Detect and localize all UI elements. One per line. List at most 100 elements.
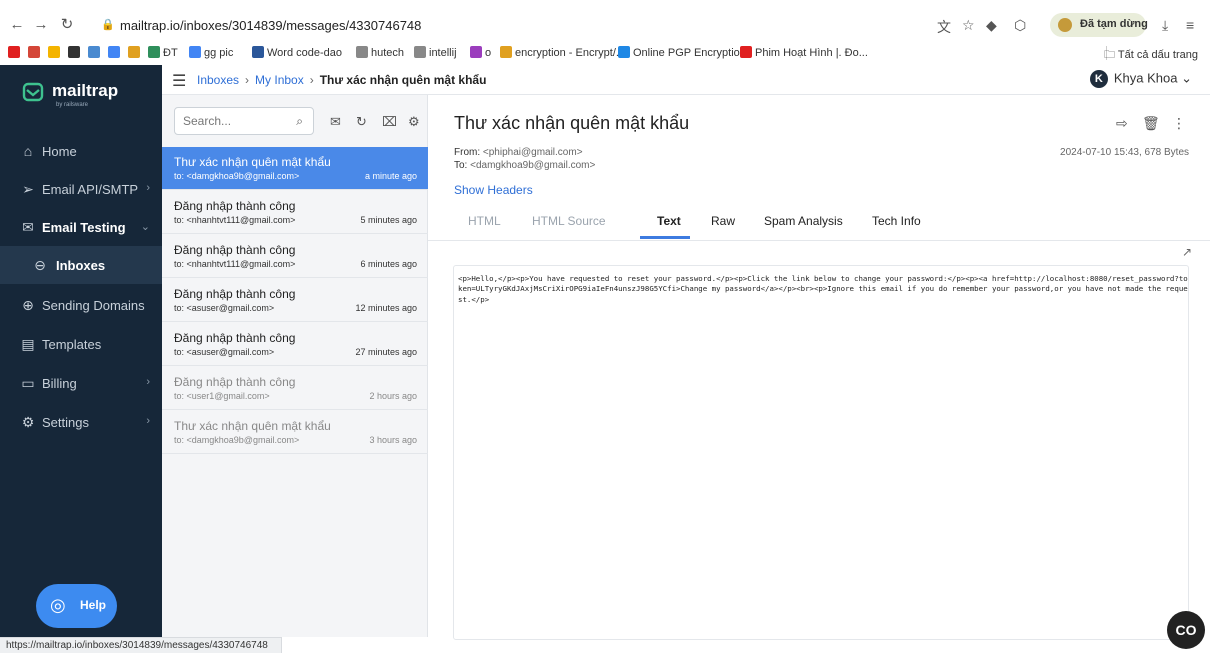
message-recipient: to: <nhanhtvt111@gmail.com>	[174, 215, 296, 225]
all-bookmarks-label: Tất cả dấu trang	[1117, 49, 1198, 61]
bookmark-chat[interactable]	[68, 46, 83, 59]
message-time: 27 minutes ago	[355, 347, 417, 357]
search-input[interactable]	[183, 112, 283, 130]
bookmark-7-icon	[618, 46, 630, 58]
search-icon[interactable]: ⌕	[296, 114, 303, 129]
lock-icon[interactable]: 🔒	[101, 18, 115, 31]
star-icon[interactable]: ☆	[962, 17, 975, 34]
topbar: ☰ Inboxes › My Inbox › Thư xác nhận quên mật…	[162, 65, 1210, 95]
list-item[interactable]: Thư xác nhận quên mật khẩu to: <damgkhoa…	[162, 147, 428, 190]
bookmark-0-icon	[148, 46, 160, 58]
bookmark-5[interactable]: o	[470, 46, 491, 59]
tab-tech-info[interactable]: Tech Info	[872, 214, 921, 228]
download-icon[interactable]: ⤓	[1162, 17, 1168, 34]
bookmark-4[interactable]: intellij	[414, 46, 457, 59]
list-item[interactable]: Đăng nhập thành công to: <asuser@gmail.c…	[162, 279, 428, 322]
translate-icon[interactable]: 文	[937, 17, 951, 37]
shield-icon	[128, 46, 140, 58]
profile-paused-pill[interactable]: Đã tạm dừng	[1050, 13, 1148, 37]
show-headers-link[interactable]: Show Headers	[454, 183, 533, 197]
bookmark-4-label: intellij	[429, 47, 457, 59]
pause-label: Đã tạm dừng	[1080, 18, 1148, 30]
puzzle-icon[interactable]: ⬡	[1014, 17, 1026, 34]
breadcrumb-separator: ›	[309, 73, 314, 87]
bookmark-gmail[interactable]	[28, 46, 43, 59]
bookmark-7[interactable]: Online PGP Encryptio...	[618, 46, 749, 59]
message-meta: 2024-07-10 15:43, 678 Bytes	[1060, 147, 1189, 158]
address-url[interactable]: mailtrap.io/inboxes/3014839/messages/433…	[120, 18, 421, 33]
sidebar-item-label: Settings	[42, 415, 89, 430]
message-list: ⌕ ✉ ↻ ⌧ ⚙ Thư xác nhận quên mật khẩu to:…	[162, 95, 428, 637]
breadcrumb-my-inbox[interactable]: My Inbox	[255, 73, 304, 87]
help-button[interactable]: ◎ Help	[36, 584, 117, 628]
tab-text[interactable]: Text	[657, 214, 681, 228]
send-icon: ➢	[22, 181, 34, 197]
back-icon[interactable]: ←	[6, 14, 28, 36]
clear-inbox-icon[interactable]: ⌧	[382, 114, 397, 130]
to-line: To: <damgkhoa9b@gmail.com>	[454, 160, 595, 171]
bookmark-site[interactable]	[88, 46, 103, 59]
breadcrumb-inboxes[interactable]: Inboxes	[197, 73, 239, 87]
hamburger-menu-icon[interactable]: ☰	[172, 71, 186, 91]
bookmark-1[interactable]: gg pic	[189, 46, 233, 59]
more-vertical-icon[interactable]: ⋮	[1172, 115, 1186, 132]
brand-sub: by railsware	[56, 102, 89, 108]
to-label: To:	[454, 160, 468, 171]
message-subject: Đăng nhập thành công	[174, 331, 296, 345]
list-item[interactable]: Đăng nhập thành công to: <nhanhtvt111@gm…	[162, 235, 428, 278]
message-time: 6 minutes ago	[360, 259, 417, 269]
sidebar-item-label: Templates	[42, 337, 102, 352]
mark-read-icon[interactable]: ✉	[330, 114, 341, 130]
list-item[interactable]: Đăng nhập thành công to: <user1@gmail.co…	[162, 367, 428, 410]
bookmark-3-label: hutech	[371, 47, 405, 59]
tab-spam-analysis[interactable]: Spam Analysis	[764, 214, 843, 228]
forward-icon[interactable]: →	[30, 14, 52, 36]
sidebar-item-email-api[interactable]: ➢ Email API/SMTP ›	[0, 170, 162, 208]
tab-html-source[interactable]: HTML Source	[532, 214, 606, 228]
refresh-icon[interactable]: ↻	[356, 114, 367, 130]
bookmark-5-label: o	[485, 47, 492, 59]
extension-icon[interactable]: ◆	[986, 17, 997, 34]
all-bookmarks[interactable]: 🗀 Tất cả dấu trang	[1104, 46, 1198, 65]
sidebar-item-inboxes[interactable]: ⊖ Inboxes	[0, 246, 162, 284]
sidebar-item-sending-domains[interactable]: ⊕ Sending Domains	[0, 286, 162, 324]
bookmark-google[interactable]	[108, 46, 123, 59]
message-time: a minute ago	[364, 171, 417, 181]
reload-icon[interactable]: ↻	[56, 14, 78, 36]
bookmark-2[interactable]: Word code-dao	[252, 46, 342, 59]
bookmark-apps[interactable]	[48, 46, 63, 59]
list-item[interactable]: Đăng nhập thành công to: <asuser@gmail.c…	[162, 323, 428, 366]
bookmark-8[interactable]: Phim Hoạt Hình |. Đo...	[740, 46, 868, 59]
user-menu[interactable]: K Khya Khoa ⌄	[1089, 70, 1192, 88]
sidebar-item-templates[interactable]: ▤ Templates	[0, 325, 162, 363]
chevron-right-icon: ›	[146, 415, 150, 427]
message-body: <p>Hello,</p><p>You have requested to re…	[453, 265, 1189, 640]
sidebar-item-billing[interactable]: ▭ Billing ›	[0, 364, 162, 402]
tab-html[interactable]: HTML	[468, 214, 501, 228]
chat-button[interactable]: CO	[1167, 611, 1205, 649]
message-time: 2 hours ago	[369, 391, 417, 401]
bookmark-youtube[interactable]	[8, 46, 23, 59]
sidebar-item-settings[interactable]: ⚙ Settings ›	[0, 403, 162, 441]
bookmark-2-label: Word code-dao	[267, 47, 343, 59]
menu-icon[interactable]: ≡	[1186, 17, 1194, 33]
sidebar-item-home[interactable]: ⌂ Home	[0, 132, 162, 170]
bookmark-6[interactable]: encryption - Encrypt/...	[500, 46, 625, 59]
list-item[interactable]: Đăng nhập thành công to: <nhanhtvt111@gm…	[162, 191, 428, 234]
list-item[interactable]: Thư xác nhận quên mật khẩu to: <damgkhoa…	[162, 411, 428, 454]
message-body-text: <p>Hello,</p><p>You have requested to re…	[458, 274, 1188, 304]
bookmark-0[interactable]: ĐT	[148, 46, 178, 59]
to-value: <damgkhoa9b@gmail.com>	[470, 160, 596, 171]
inbox-settings-icon[interactable]: ⚙	[408, 114, 420, 130]
forward-icon[interactable]: ⇨	[1116, 115, 1128, 132]
trash-icon[interactable]: 🗑	[1142, 115, 1160, 132]
open-external-icon[interactable]: ↗	[1182, 245, 1192, 259]
tab-raw[interactable]: Raw	[711, 214, 735, 228]
message-subject: Đăng nhập thành công	[174, 199, 296, 213]
bookmark-3[interactable]: hutech	[356, 46, 404, 59]
sidebar-item-email-testing[interactable]: ✉ Email Testing ⌄	[0, 208, 162, 246]
chevron-down-icon: ⌄	[1177, 70, 1192, 86]
active-tab-indicator	[640, 236, 690, 239]
gear-icon: ⚙	[21, 414, 35, 430]
bookmark-shield[interactable]	[128, 46, 143, 59]
